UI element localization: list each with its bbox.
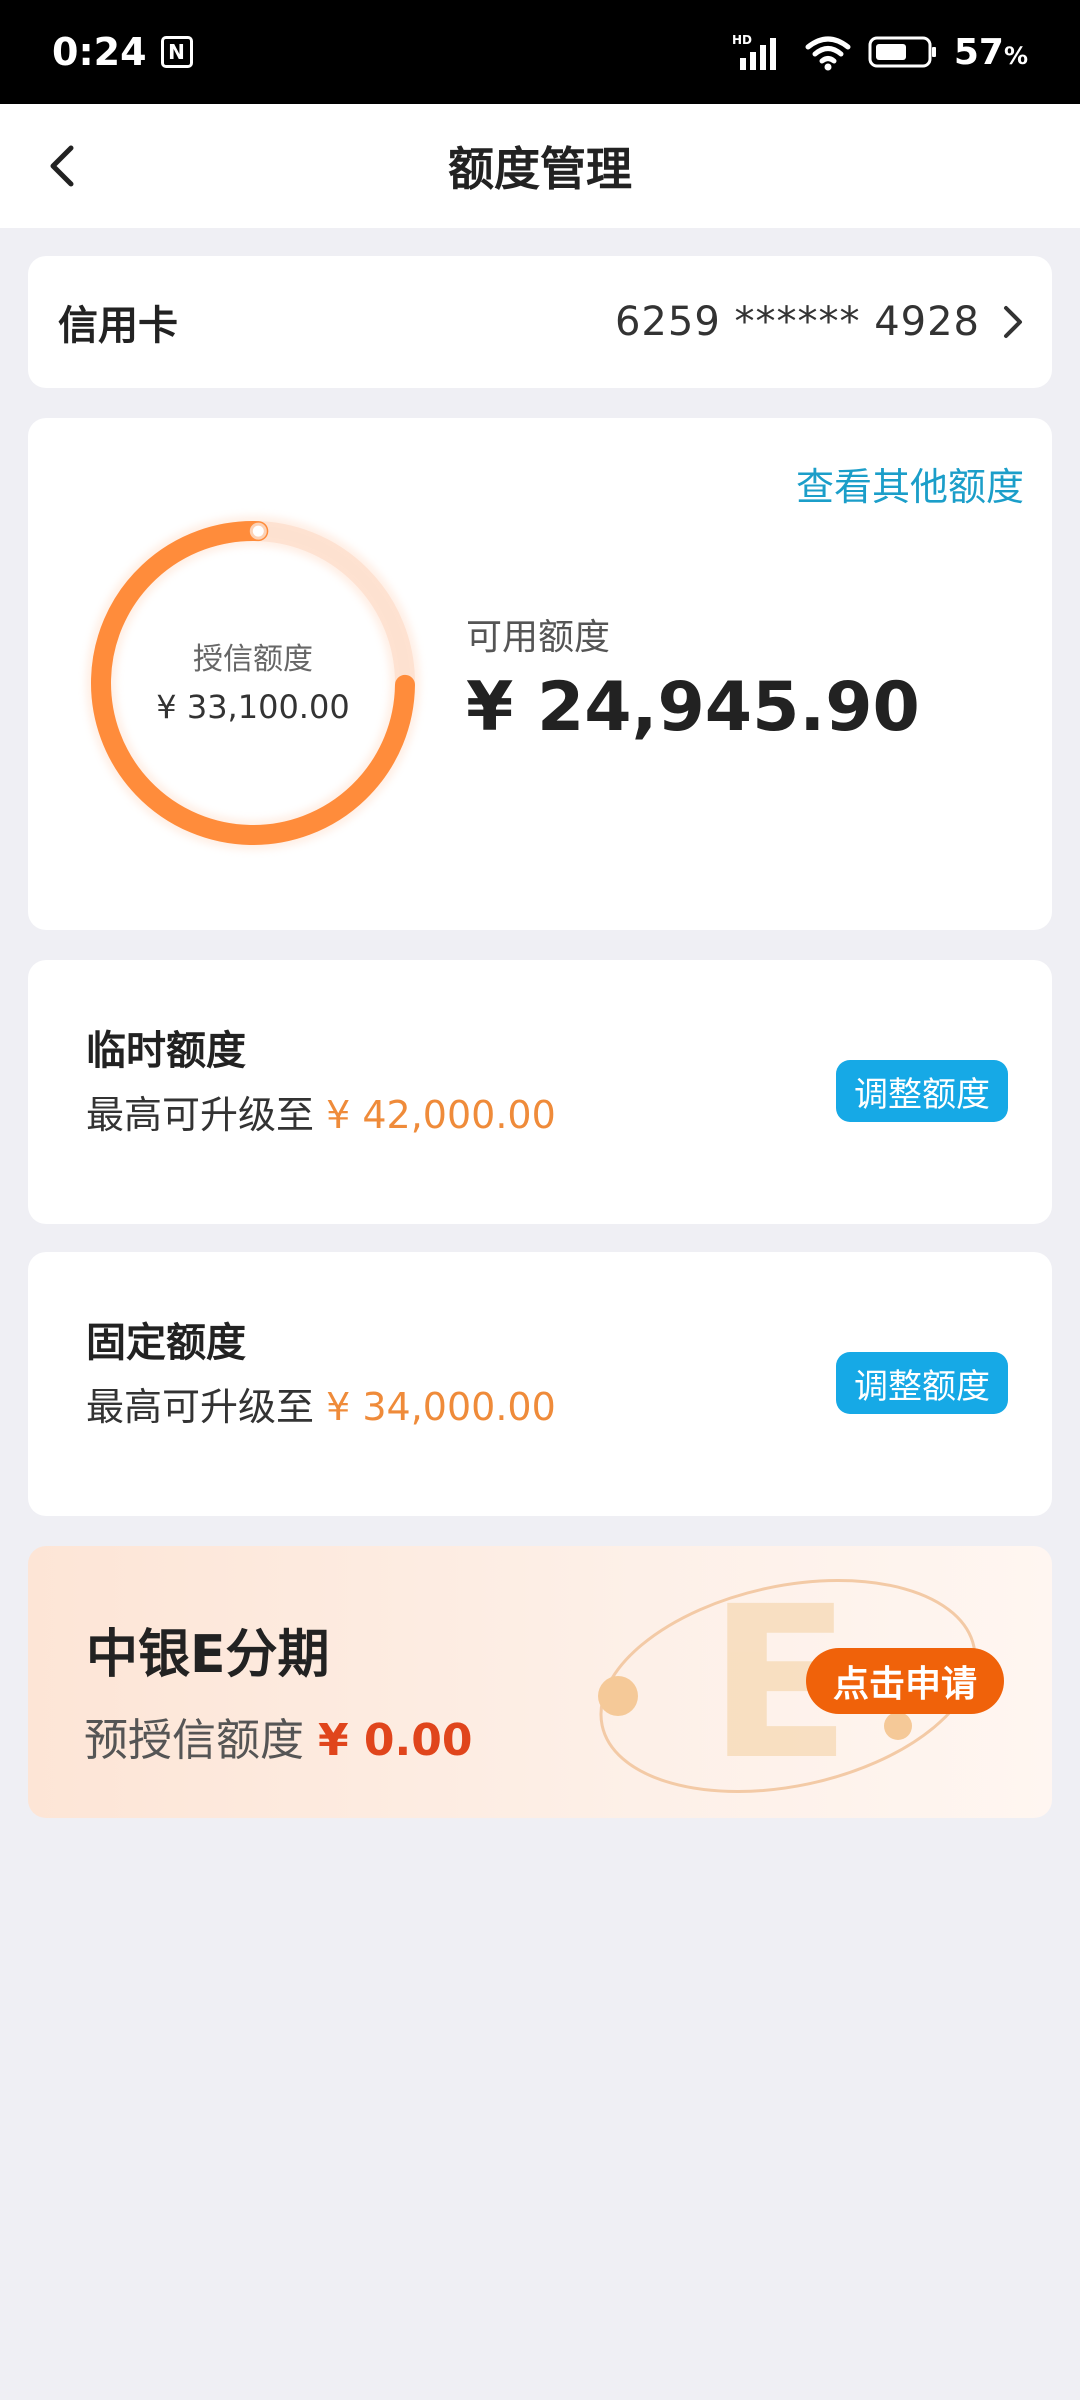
signal-icon: HD	[732, 33, 776, 70]
ring-center-text: 授信额度 ¥ 33,100.00	[78, 508, 428, 858]
fixed-limit-amount: ¥ 34,000.00	[326, 1385, 556, 1429]
e-installment-amount: ¥ 0.00	[318, 1715, 473, 1766]
nav-bar: 额度管理	[0, 104, 1080, 228]
card-type-label: 信用卡	[58, 303, 178, 349]
card-number: 6259 ****** 4928	[614, 299, 980, 345]
battery-percent: 57%	[953, 31, 1028, 73]
apply-button[interactable]: 点击申请	[806, 1648, 1004, 1714]
total-credit-label: 授信额度	[193, 642, 313, 677]
back-button[interactable]	[30, 134, 94, 198]
nfc-icon: N	[160, 36, 193, 68]
wifi-icon	[805, 36, 851, 71]
fixed-limit-card: 固定额度 最高可升级至 ¥ 34,000.00 调整额度	[28, 1252, 1052, 1516]
available-credit-value: ¥ 24,945.90	[466, 668, 920, 747]
total-credit-value: ¥ 33,100.00	[156, 688, 350, 726]
chevron-right-icon	[1004, 306, 1022, 338]
e-installment-title: 中银E分期	[86, 1625, 330, 1685]
battery-icon	[868, 36, 936, 68]
status-right: HD 57%	[732, 32, 1028, 73]
e-installment-banner[interactable]: E 中银E分期 预授信额度 ¥ 0.00 点击申请	[28, 1546, 1052, 1818]
available-credit-label: 可用额度	[466, 617, 611, 658]
network-type: HD	[732, 33, 752, 47]
adjust-temporary-limit-button[interactable]: 调整额度	[836, 1060, 1008, 1122]
fixed-limit-subtitle: 最高可升级至 ¥ 34,000.00	[86, 1385, 556, 1429]
page-title: 额度管理	[448, 142, 632, 196]
temporary-limit-title: 临时额度	[86, 1028, 246, 1074]
temporary-limit-subtitle: 最高可升级至 ¥ 42,000.00	[86, 1093, 556, 1137]
e-installment-subtitle: 预授信额度 ¥ 0.00	[84, 1715, 473, 1766]
status-left: 0:24 N	[52, 30, 193, 74]
temporary-limit-amount: ¥ 42,000.00	[326, 1093, 556, 1137]
status-bar: 0:24 N HD 57%	[0, 0, 1080, 104]
fixed-limit-title: 固定额度	[86, 1320, 246, 1366]
chevron-left-icon	[50, 145, 74, 187]
credit-summary-card: 查看其他额度 授信额度 ¥ 33,100.00 可用额度 ¥ 24,945.90	[28, 418, 1052, 930]
card-selector[interactable]: 信用卡 6259 ****** 4928	[28, 256, 1052, 388]
view-other-limits-link[interactable]: 查看其他额度	[796, 456, 1024, 511]
status-time: 0:24	[52, 30, 147, 74]
adjust-fixed-limit-button[interactable]: 调整额度	[836, 1352, 1008, 1414]
temporary-limit-card: 临时额度 最高可升级至 ¥ 42,000.00 调整额度	[28, 960, 1052, 1224]
card-number-group: 6259 ****** 4928	[615, 299, 1024, 345]
